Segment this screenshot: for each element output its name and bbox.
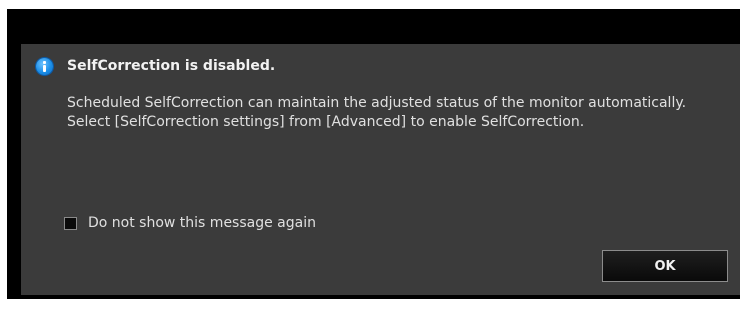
dialog-window: SelfCorrection is disabled. Scheduled Se… [7, 9, 740, 299]
dialog-title: SelfCorrection is disabled. [67, 58, 276, 74]
ok-button[interactable]: OK [602, 250, 728, 282]
info-icon [36, 58, 53, 75]
message-line: Select [SelfCorrection settings] from [A… [67, 114, 585, 130]
dialog-message: Scheduled SelfCorrection can maintain th… [67, 94, 707, 132]
message-line: Scheduled SelfCorrection can maintain th… [67, 95, 687, 111]
dialog-body: SelfCorrection is disabled. Scheduled Se… [21, 44, 740, 295]
dont-show-again-option[interactable]: Do not show this message again [64, 215, 316, 231]
dont-show-again-label[interactable]: Do not show this message again [88, 215, 316, 231]
dont-show-again-checkbox[interactable] [64, 216, 77, 230]
